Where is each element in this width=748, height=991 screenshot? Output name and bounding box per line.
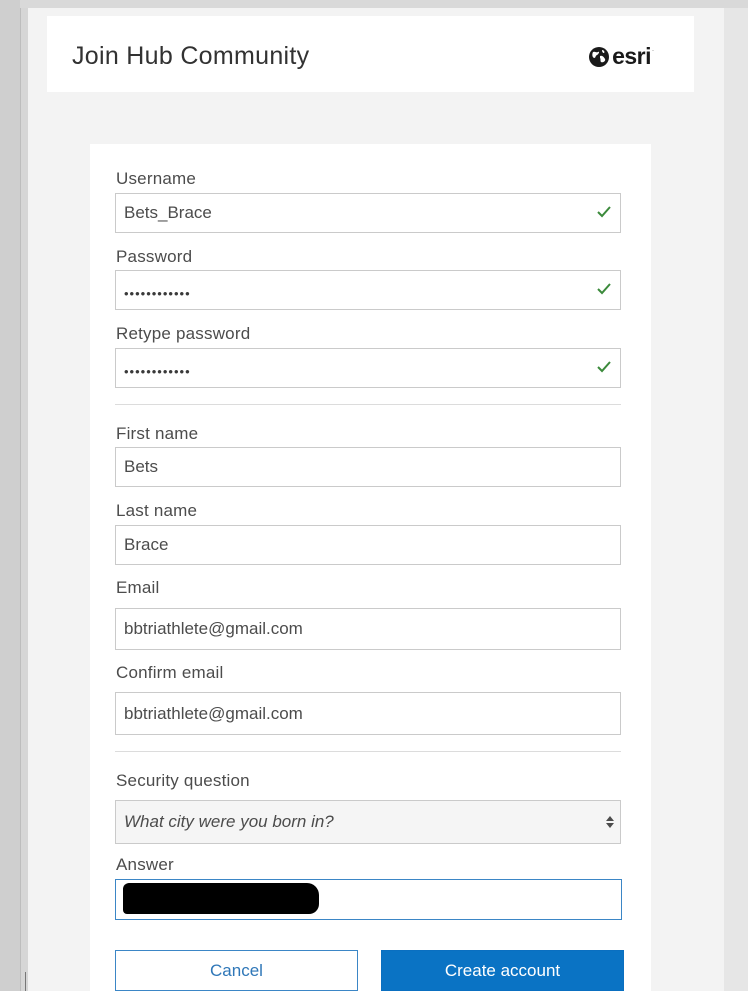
trademark-mark: ·: [652, 47, 654, 54]
confirm-email-label: Confirm email: [116, 663, 224, 682]
check-icon: [597, 206, 611, 218]
section-divider: [115, 404, 621, 405]
password-field[interactable]: ••••••••••••: [115, 270, 621, 310]
window-frame-left: [0, 0, 21, 991]
username-value: Bets_Brace: [124, 203, 212, 222]
first-name-value: Bets: [124, 457, 159, 476]
confirm-email-value: bbtriathlete@gmail.com: [124, 703, 303, 723]
dialog-header: Join Hub Community esri ·: [47, 16, 694, 92]
brand-name: esri: [612, 43, 651, 69]
security-question-select[interactable]: What city were you born in?: [115, 800, 621, 844]
dialog-title: Join Hub Community: [72, 42, 310, 70]
select-arrows-icon: [606, 816, 614, 828]
last-name-value: Brace: [124, 535, 169, 554]
last-name-field[interactable]: Brace: [115, 525, 621, 565]
section-divider: [115, 751, 621, 752]
email-field[interactable]: bbtriathlete@gmail.com: [115, 608, 621, 650]
first-name-label: First name: [116, 424, 199, 443]
email-value: bbtriathlete@gmail.com: [124, 619, 303, 638]
window-frame-right: [724, 8, 748, 991]
email-label: Email: [116, 578, 160, 597]
retype-password-field[interactable]: ••••••••••••: [115, 348, 621, 388]
globe-icon: [589, 46, 610, 67]
create-account-button[interactable]: Create account: [381, 950, 624, 991]
form-card: Username Bets_Brace Password •••••••••••…: [90, 144, 651, 991]
signup-dialog: Join Hub Community esri · Username Bets_…: [28, 8, 724, 991]
cancel-button[interactable]: Cancel: [115, 950, 358, 991]
security-question-value: What city were you born in?: [124, 812, 334, 831]
password-label: Password: [116, 247, 193, 266]
window-frame-top: [20, 0, 748, 8]
check-icon: [597, 361, 611, 373]
username-field[interactable]: Bets_Brace: [115, 193, 621, 233]
redaction-mark: [123, 883, 319, 914]
answer-field[interactable]: [115, 879, 622, 920]
last-name-label: Last name: [116, 501, 198, 520]
esri-logo: esri ·: [588, 43, 654, 70]
retype-password-label: Retype password: [116, 324, 251, 343]
check-icon: [597, 283, 611, 295]
cursor-caret: [25, 972, 26, 991]
password-value: ••••••••••••: [124, 285, 191, 301]
security-question-label: Security question: [116, 771, 250, 790]
confirm-email-field[interactable]: bbtriathlete@gmail.com: [115, 692, 621, 735]
retype-password-value: ••••••••••••: [124, 363, 191, 379]
first-name-field[interactable]: Bets: [115, 447, 621, 487]
username-label: Username: [116, 169, 197, 188]
answer-label: Answer: [116, 855, 174, 874]
